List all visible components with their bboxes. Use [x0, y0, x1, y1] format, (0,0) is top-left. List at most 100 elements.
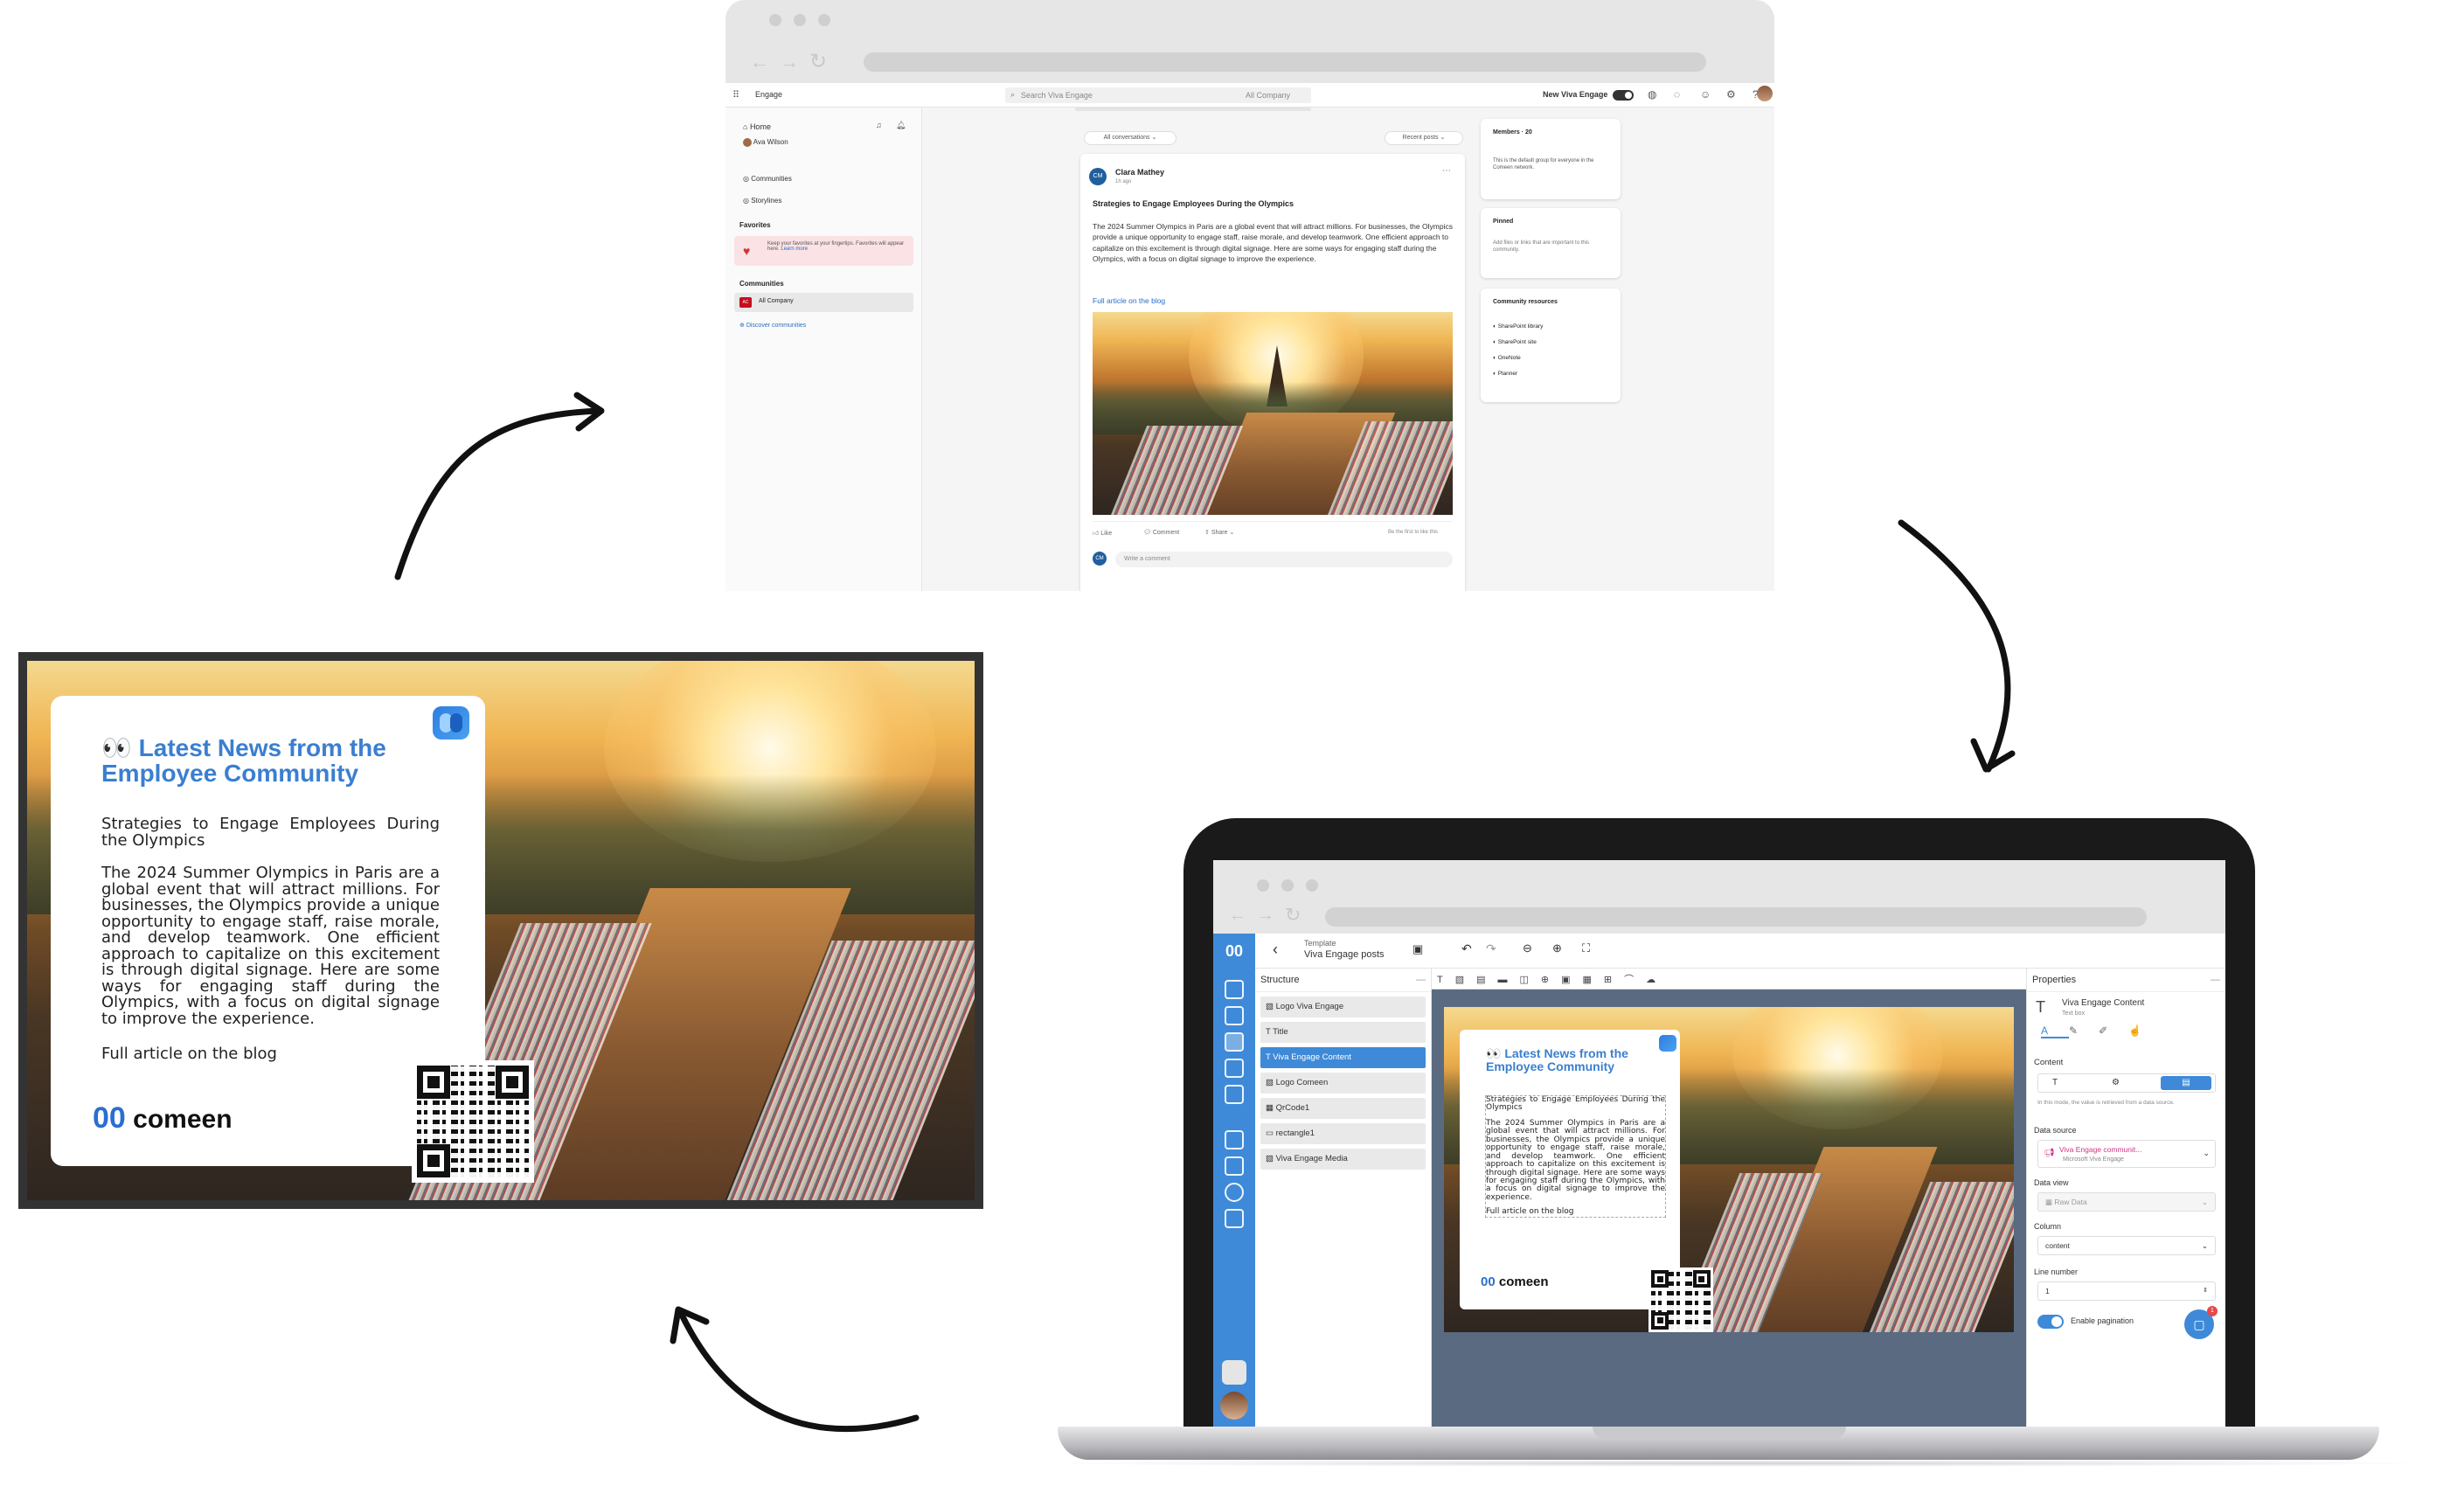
bell-icon[interactable]: ♫ — [876, 121, 882, 129]
layer-item[interactable]: ▧ Logo Viva Engage — [1260, 997, 1426, 1017]
settings-mode-icon[interactable]: ⚙ — [2112, 1078, 2120, 1087]
screens-icon[interactable] — [1225, 1006, 1244, 1025]
layer-item[interactable]: ▧ Logo Comeen — [1260, 1073, 1426, 1094]
property-tabs[interactable]: A✎✐☝ — [2041, 1024, 2216, 1038]
display-icon[interactable] — [1225, 1130, 1244, 1149]
community-item-all-company[interactable]: AC All Company — [734, 293, 913, 312]
data-view-select[interactable]: ▦ Raw Data ⌄ — [2037, 1192, 2216, 1212]
bookmark-icon[interactable] — [1222, 1360, 1246, 1385]
fullscreen-icon[interactable]: ⛶ — [1582, 941, 1590, 955]
tab-text-icon[interactable]: A — [2041, 1024, 2070, 1038]
canvas-title[interactable]: 👀 Latest News from the Employee Communit… — [1486, 1047, 1643, 1073]
gallery-icon[interactable] — [1225, 1209, 1244, 1228]
notification-icon[interactable]: 🔔︎ — [896, 121, 906, 130]
post-author[interactable]: Clara Mathey — [1115, 168, 1164, 177]
resource-sharepoint-site[interactable]: ◐ SharePoint site — [1493, 335, 1608, 351]
resource-planner[interactable]: ◐ Planner — [1493, 366, 1608, 382]
editor-icon[interactable] — [1225, 1032, 1244, 1052]
home-icon[interactable] — [1225, 980, 1244, 999]
comment-button[interactable]: 💬︎ Comment — [1143, 529, 1179, 536]
filter-recent-posts[interactable]: Recent posts ⌄ — [1385, 131, 1463, 145]
author-avatar[interactable]: CM — [1089, 168, 1107, 185]
collapse-icon[interactable]: — — [2211, 975, 2220, 985]
canvas-qr-code[interactable] — [1648, 1267, 1713, 1332]
window-dot-icon[interactable] — [794, 14, 806, 26]
like-button[interactable]: 👍︎ Like — [1093, 529, 1112, 537]
reload-icon[interactable]: ↻ — [1285, 904, 1301, 927]
collapse-icon[interactable]: — — [1416, 975, 1426, 985]
app-launcher-icon[interactable]: ⠿ — [732, 89, 739, 101]
database-icon[interactable] — [1225, 1059, 1244, 1078]
element-toolbar[interactable]: T▧▤▬◫⊕▣▦⊞⌒☁ — [1432, 969, 2026, 990]
address-bar[interactable] — [864, 52, 1706, 72]
back-arrow-icon[interactable]: ← — [750, 51, 769, 73]
tab-pointer-icon[interactable]: ☝ — [2128, 1024, 2162, 1037]
resource-onenote[interactable]: ◐ OneNote — [1493, 351, 1608, 366]
zoom-in-icon[interactable]: ⊕ — [1552, 941, 1562, 955]
tab-brush-icon[interactable]: ✐ — [2099, 1024, 2128, 1037]
more-options-icon[interactable]: ⋯ — [1442, 166, 1451, 176]
data-source-mode-icon[interactable]: ▤ — [2161, 1076, 2211, 1090]
resource-sharepoint-library[interactable]: ◐ SharePoint library — [1493, 319, 1608, 335]
column-select[interactable]: content ⌄ — [2037, 1236, 2216, 1255]
window-dot-icon[interactable] — [1306, 879, 1318, 892]
layer-item[interactable]: ▧ Viva Engage Media — [1260, 1149, 1426, 1170]
line-number-input[interactable]: 1 ⇕ — [2037, 1281, 2216, 1301]
filter-all-conversations[interactable]: All conversations ⌄ — [1084, 131, 1176, 145]
nav-storylines[interactable]: ◎ Storylines — [743, 197, 781, 205]
tab-pen-icon[interactable]: ✎ — [2069, 1024, 2099, 1037]
user-avatar[interactable] — [1757, 86, 1773, 101]
discover-communities-link[interactable]: ⊕ Discover communities — [739, 322, 806, 329]
folder-icon[interactable] — [1225, 1156, 1244, 1176]
layer-item[interactable]: ▦ QrCode1 — [1260, 1098, 1426, 1119]
reload-icon[interactable]: ↻ — [809, 49, 827, 74]
smiley-icon[interactable]: ☺ — [1700, 88, 1711, 101]
window-dot-icon[interactable] — [818, 14, 830, 26]
back-chevron-icon[interactable]: ‹ — [1273, 941, 1278, 959]
undo-icon[interactable]: ↶ — [1461, 941, 1472, 956]
search-scope[interactable]: All Company — [1246, 91, 1290, 100]
back-arrow-icon[interactable]: ← — [1229, 906, 1246, 926]
post-link[interactable]: Full article on the blog — [1093, 296, 1165, 305]
canvas-comeen-logo[interactable]: 00 comeen — [1481, 1274, 1549, 1289]
data-source-select[interactable]: 📢︎ Viva Engage communit... Microsoft Viv… — [2037, 1140, 2216, 1168]
comment-input[interactable]: Write a comment — [1115, 552, 1453, 567]
learn-more-link[interactable]: Learn more — [781, 247, 808, 252]
static-text-icon[interactable]: T — [2052, 1078, 2058, 1087]
viva-engage-logo-icon[interactable] — [1659, 1035, 1676, 1052]
nav-home[interactable]: ⌂ Home — [743, 122, 771, 131]
comeen-mark-icon[interactable]: 00 — [1213, 942, 1255, 961]
zoom-out-icon[interactable]: ⊖ — [1523, 941, 1532, 955]
save-icon[interactable]: ▣ — [1412, 942, 1423, 956]
nav-communities[interactable]: ◎ Communities — [743, 175, 792, 183]
text-box-icon: T — [2036, 998, 2045, 1016]
layer-item[interactable]: ▭ rectangle1 — [1260, 1123, 1426, 1144]
forward-arrow-icon[interactable]: → — [780, 51, 799, 73]
viva-search-input[interactable]: ⌕ Search Viva Engage All Company — [1005, 87, 1311, 103]
new-viva-toggle[interactable] — [1613, 90, 1634, 101]
nav-user[interactable]: Ava Wilson — [743, 138, 788, 147]
window-dot-icon[interactable] — [1257, 879, 1269, 892]
chat-icon[interactable] — [1225, 1085, 1244, 1104]
pagination-toggle[interactable] — [2037, 1315, 2064, 1329]
user-avatar[interactable] — [1220, 1392, 1248, 1420]
layer-item-selected[interactable]: T Viva Engage Content — [1260, 1047, 1426, 1068]
gear-icon[interactable]: ⚙ — [1726, 88, 1736, 101]
content-mode-selector[interactable]: T ⚙ ▤ — [2037, 1073, 2216, 1093]
canvas-card[interactable]: 👀 Latest News from the Employee Communit… — [1460, 1030, 1680, 1309]
redo-icon[interactable]: ↷ — [1486, 941, 1496, 956]
globe-icon[interactable]: ◍ — [1648, 88, 1656, 101]
chat-button[interactable]: ▢ 1 — [2184, 1306, 2218, 1339]
members-title[interactable]: Members · 20 — [1493, 129, 1608, 135]
post-image[interactable] — [1093, 312, 1453, 515]
window-dot-icon[interactable] — [1281, 879, 1294, 892]
share-button[interactable]: ⇪ Share ⌄ — [1204, 529, 1234, 536]
forward-arrow-icon[interactable]: → — [1257, 906, 1274, 926]
megaphone-icon[interactable]: ◌ — [1674, 88, 1680, 101]
layer-item[interactable]: T Title — [1260, 1022, 1426, 1043]
address-bar[interactable] — [1325, 907, 2147, 927]
stepper-icon[interactable]: ⇕ — [2203, 1287, 2208, 1294]
canvas-content-textbox[interactable]: Strategies to Engage Employees During th… — [1485, 1095, 1666, 1218]
gear-icon[interactable] — [1225, 1183, 1244, 1202]
window-dot-icon[interactable] — [769, 14, 781, 26]
